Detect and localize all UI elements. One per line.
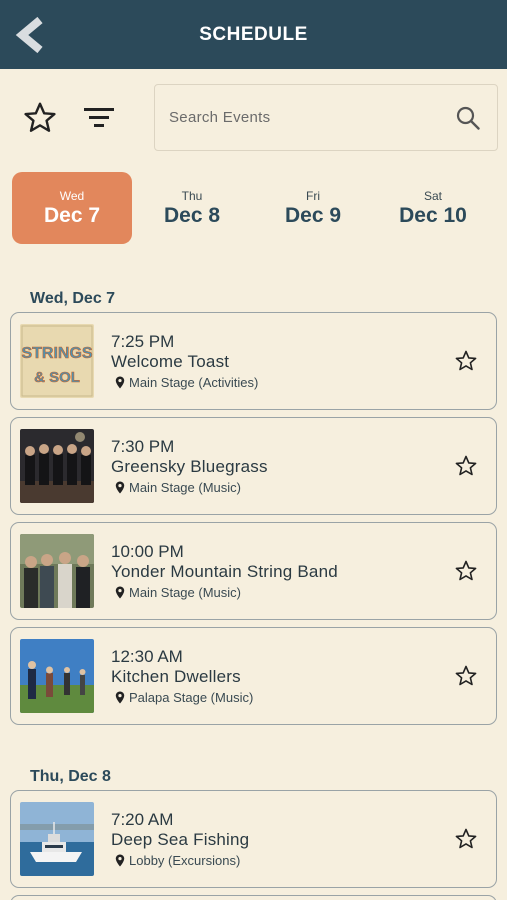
section-header-wed-dec-7: Wed, Dec 7 [30, 290, 116, 307]
event-time: 10:00 PM [111, 542, 184, 561]
event-location: Lobby (Excursions) [115, 853, 240, 868]
event-card[interactable]: 7:20 AM Deep Sea Fishing Lobby (Excursio… [10, 790, 497, 888]
section-header-thu-dec-8: Thu, Dec 8 [30, 768, 111, 785]
event-location: Main Stage (Music) [115, 585, 241, 600]
search-input[interactable] [169, 85, 449, 149]
event-location: Main Stage (Activities) [115, 375, 258, 390]
event-title: Greensky Bluegrass [111, 457, 268, 476]
event-time: 7:25 PM [111, 332, 175, 351]
event-thumbnail-band-photo [20, 429, 94, 503]
filter-button[interactable] [80, 102, 118, 134]
event-time: 7:30 PM [111, 437, 175, 456]
event-location-text: Main Stage (Activities) [129, 375, 259, 390]
event-title: Deep Sea Fishing [111, 830, 250, 849]
event-time: 7:20 AM [111, 810, 174, 829]
event-title: Welcome Toast [111, 352, 230, 371]
favorite-star-icon[interactable] [454, 827, 478, 851]
day-tab-weekday: Sat [423, 189, 442, 203]
favorite-star-icon[interactable] [454, 349, 478, 373]
event-thumbnail-boat-photo [20, 802, 94, 876]
day-tab-date: Dec 8 [163, 204, 221, 227]
event-time: 12:30 AM [111, 647, 183, 666]
favorite-star-icon[interactable] [454, 454, 478, 478]
day-tab-dec-7[interactable]: Wed Dec 7 [12, 172, 132, 244]
event-card[interactable]: 10:00 PM Yonder Mountain String Band Mai… [10, 522, 497, 620]
filter-icon [84, 108, 114, 127]
location-pin-icon [115, 586, 125, 599]
search-box [154, 84, 498, 151]
favorite-star-icon[interactable] [454, 664, 478, 688]
logo-line-2: & SOL [34, 369, 80, 386]
location-pin-icon [115, 854, 125, 867]
event-location-text: Main Stage (Music) [129, 480, 241, 495]
day-tab-weekday: Thu [181, 189, 203, 203]
day-tab-date: Dec 10 [399, 204, 467, 227]
event-card[interactable]: 12:30 AM Kitchen Dwellers Palapa Stage (… [10, 627, 497, 725]
day-tab-date: Dec 9 [284, 204, 342, 227]
event-title: Kitchen Dwellers [111, 667, 241, 686]
favorite-star-icon[interactable] [454, 559, 478, 583]
favorites-button[interactable] [22, 100, 58, 136]
day-tab-weekday: Wed [59, 189, 85, 203]
location-pin-icon [115, 691, 125, 704]
app-header: SCHEDULE [0, 0, 507, 69]
event-location: Palapa Stage (Music) [115, 690, 253, 705]
event-location-text: Lobby (Excursions) [129, 853, 241, 868]
event-location-text: Main Stage (Music) [129, 585, 241, 600]
day-tab-dec-9[interactable]: Fri Dec 9 [253, 172, 373, 244]
logo-line-1: STRINGS [21, 345, 92, 362]
event-thumbnail-band-photo [20, 639, 94, 713]
search-icon[interactable] [455, 105, 481, 131]
day-tab-dec-10[interactable]: Sat Dec 10 [373, 172, 493, 244]
event-thumbnail-band-photo [20, 534, 94, 608]
event-card-partial[interactable] [10, 895, 497, 900]
event-location: Main Stage (Music) [115, 480, 241, 495]
day-tab-dec-8[interactable]: Thu Dec 8 [132, 172, 252, 244]
page-title: SCHEDULE [199, 24, 308, 45]
event-title: Yonder Mountain String Band [111, 562, 338, 581]
event-card[interactable]: STRINGS & SOL 7:25 PM Welcome Toast Main… [10, 312, 497, 410]
location-pin-icon [115, 481, 125, 494]
star-outline-icon [24, 102, 56, 132]
event-thumbnail-strings-and-sol-logo: STRINGS & SOL [20, 324, 94, 398]
event-card[interactable]: 7:30 PM Greensky Bluegrass Main Stage (M… [10, 417, 497, 515]
event-location-text: Palapa Stage (Music) [129, 690, 254, 705]
day-tab-date: Dec 7 [43, 204, 101, 227]
day-tab-weekday: Fri [306, 189, 320, 203]
location-pin-icon [115, 376, 125, 389]
